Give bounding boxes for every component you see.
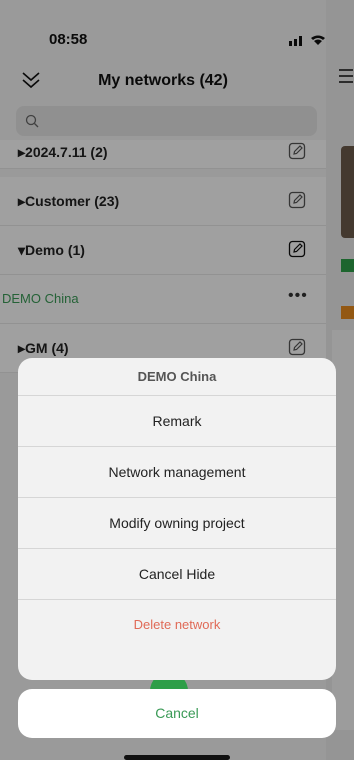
- remark-option[interactable]: Remark: [18, 396, 336, 447]
- delete-network-option[interactable]: Delete network: [18, 600, 336, 650]
- network-management-option[interactable]: Network management: [18, 447, 336, 498]
- cancel-hide-option[interactable]: Cancel Hide: [18, 549, 336, 600]
- cancel-button[interactable]: Cancel: [18, 689, 336, 738]
- screen: 08:58 My networks (42) ▸2024.7.11 (2) ▸C…: [0, 0, 354, 760]
- modify-owning-project-option[interactable]: Modify owning project: [18, 498, 336, 549]
- action-sheet: DEMO China Remark Network management Mod…: [18, 358, 336, 680]
- action-sheet-title: DEMO China: [18, 358, 336, 396]
- home-indicator: [124, 755, 230, 760]
